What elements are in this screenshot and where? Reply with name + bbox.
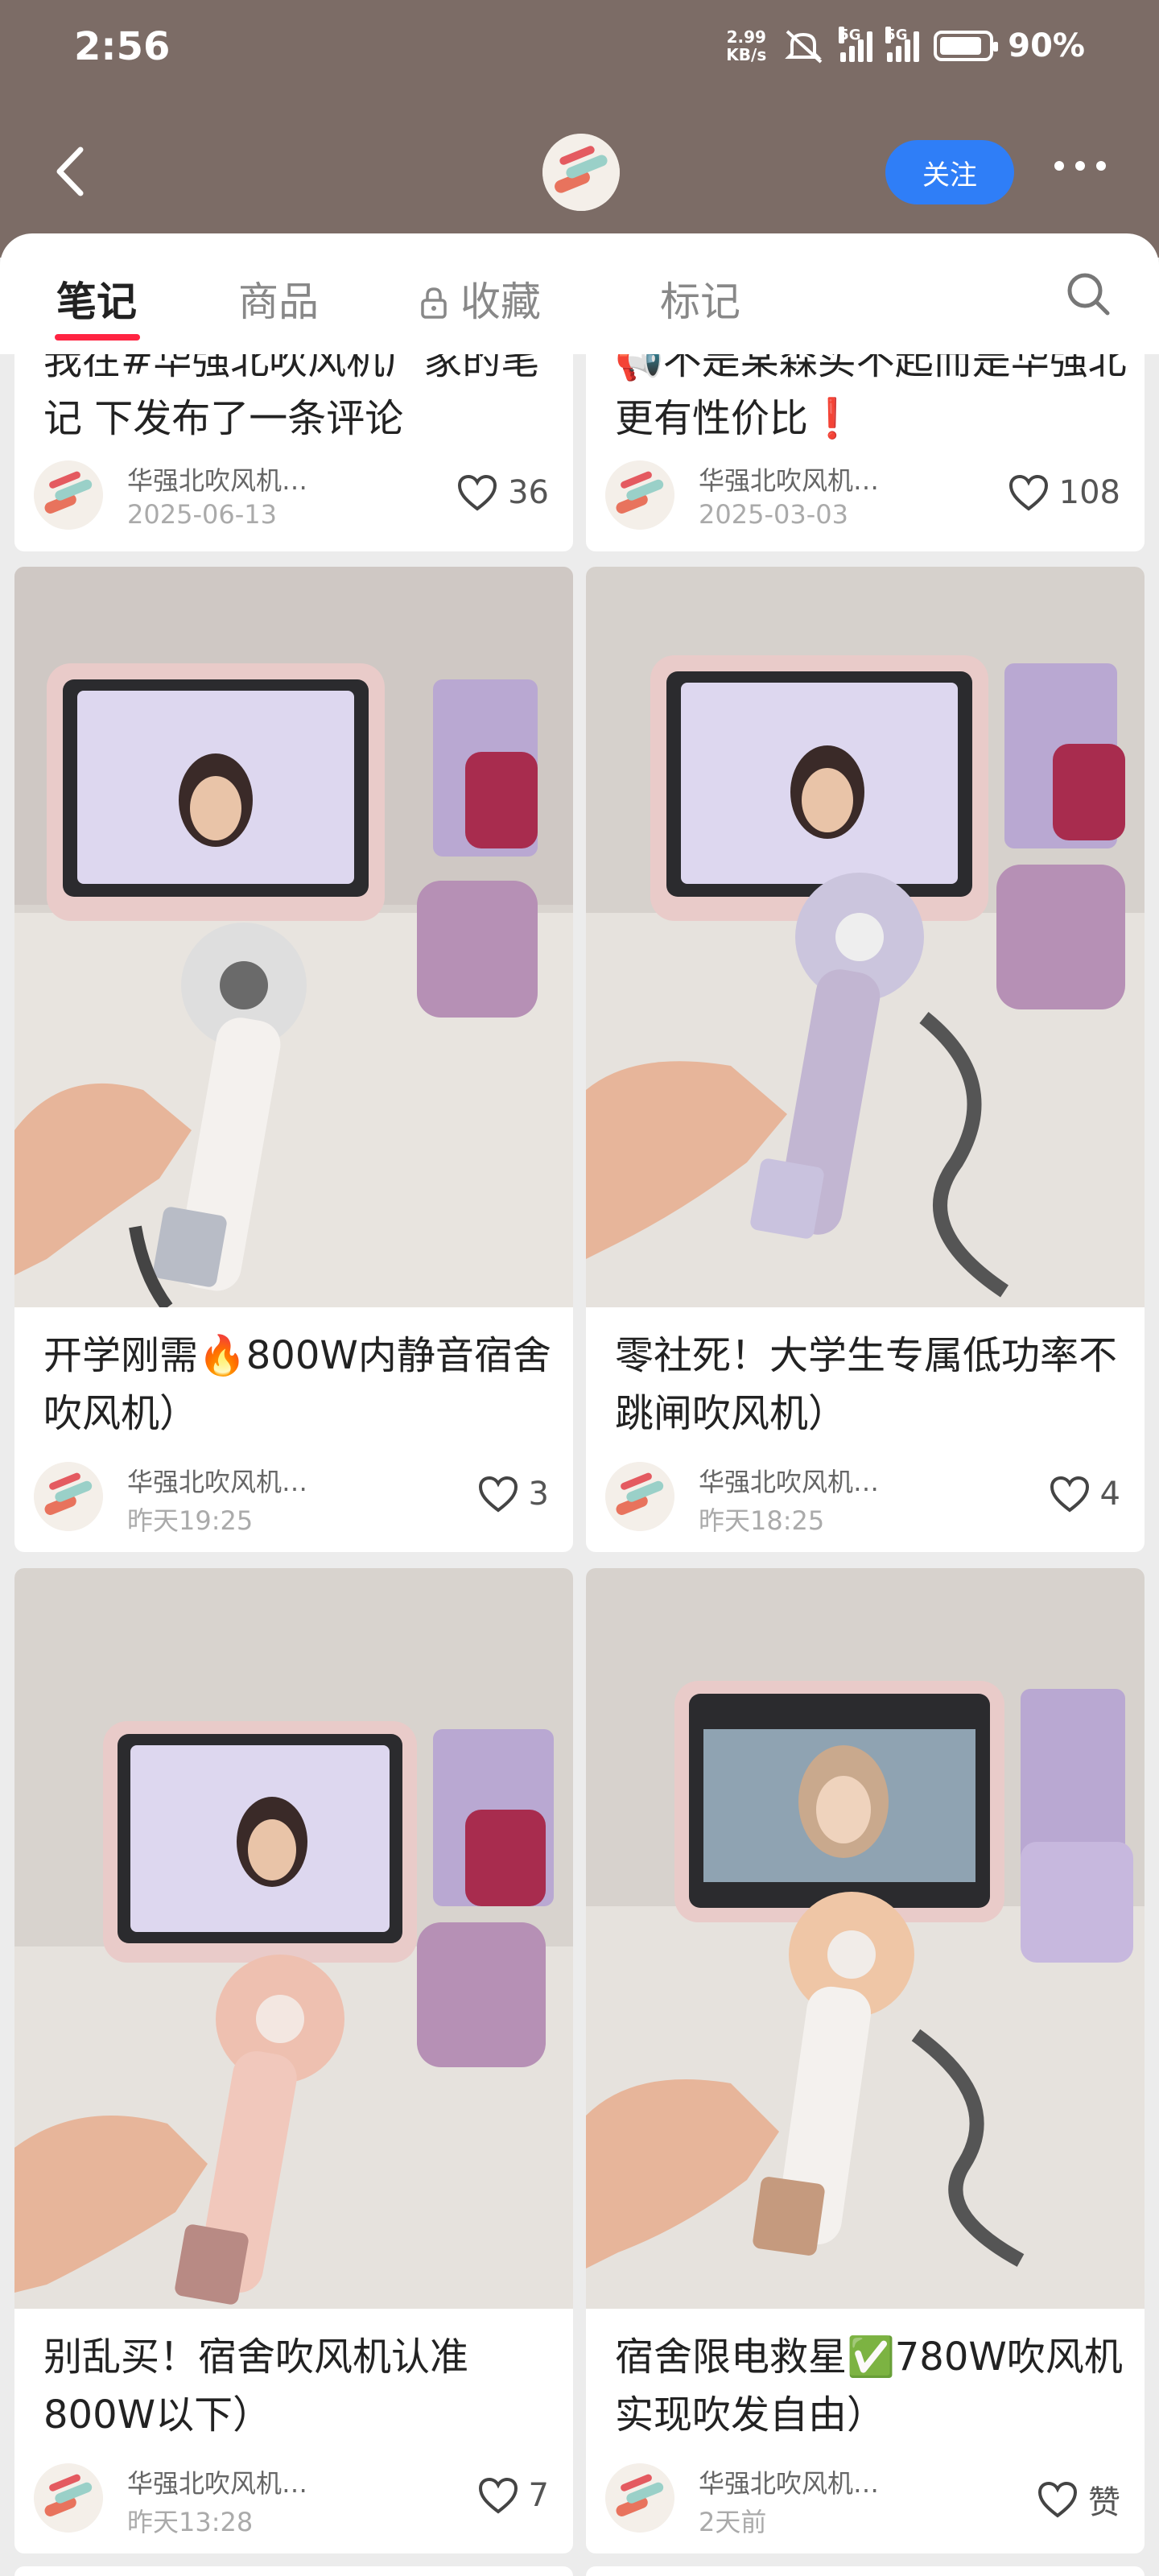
status-bar: 2:56 2.99 KB/s 5G 5G 90% [0, 0, 1159, 105]
like-button[interactable]: 3 [477, 1475, 549, 1513]
note-card[interactable]: 别乱买！宿舍吹风机认准800W以下） 华强北吹风机… 昨天13:28 7 [14, 1568, 573, 2553]
note-cover-image [586, 567, 1145, 1307]
tab-notes[interactable]: 笔记 [56, 270, 137, 328]
status-time: 2:56 [74, 24, 171, 69]
author-avatar [605, 1462, 674, 1531]
like-button[interactable]: 108 [1008, 473, 1120, 512]
note-meta: 华强北吹风机… 昨天19:25 3 [34, 1462, 557, 1536]
profile-tabs: 笔记 商品 收藏 标记 [0, 233, 1159, 354]
like-count: 4 [1099, 1476, 1120, 1513]
note-card[interactable] [14, 2566, 573, 2576]
heart-icon [1050, 1476, 1089, 1513]
post-date: 昨天13:28 [127, 2507, 254, 2537]
profile-header: 2:56 2.99 KB/s 5G 5G 90% 关注 [0, 0, 1159, 258]
tab-collections[interactable]: 收藏 [420, 270, 541, 328]
note-cover-image [586, 1568, 1145, 2309]
note-meta: 华强北吹风机… 2025-06-13 36 [34, 460, 557, 533]
like-button[interactable]: 7 [477, 2476, 549, 2515]
note-title: 零社死！大学生专属低功率不跳闸吹风机） [615, 1333, 1118, 1436]
note-cover-image [14, 567, 573, 1307]
author-avatar [605, 460, 674, 530]
note-meta: 华强北吹风机… 2天前 赞 [605, 2463, 1128, 2537]
post-date: 昨天18:25 [699, 1505, 825, 1536]
note-card[interactable]: 零社死！大学生专属低功率不跳闸吹风机） 华强北吹风机… 昨天18:25 4 [586, 567, 1145, 1552]
nav-row: 关注 [0, 129, 1159, 217]
post-date: 2天前 [699, 2507, 767, 2537]
author-avatar [34, 460, 103, 530]
active-tab-indicator [55, 334, 140, 341]
tab-products[interactable]: 商品 [238, 270, 319, 328]
post-date: 2025-06-13 [127, 499, 277, 530]
author-avatar [34, 1462, 103, 1531]
note-card[interactable]: 开学刚需🔥800W内静音宿舍吹风机） 华强北吹风机… 昨天19:25 3 [14, 567, 573, 1552]
author-name: 华强北吹风机… [127, 1467, 308, 1497]
post-date: 昨天19:25 [127, 1505, 254, 1536]
author-name: 华强北吹风机… [699, 2468, 880, 2499]
follow-button[interactable]: 关注 [885, 140, 1014, 204]
like-button[interactable]: 4 [1049, 1475, 1120, 1513]
author-name: 华强北吹风机… [127, 2468, 308, 2499]
like-count: 108 [1058, 474, 1120, 511]
heart-icon [1008, 474, 1048, 511]
author-avatar [34, 2463, 103, 2533]
like-count: 赞 [1088, 2484, 1120, 2521]
note-card[interactable]: 宿舍限电救星✅780W吹风机实现吹发自由） 华强北吹风机… 2天前 赞 [586, 1568, 1145, 2553]
like-count: 7 [528, 2477, 549, 2514]
status-icons: 2.99 KB/s 5G 5G 90% [726, 27, 1085, 64]
profile-avatar[interactable] [542, 134, 620, 211]
post-date: 2025-03-03 [699, 499, 848, 530]
tab-marks[interactable]: 标记 [660, 270, 740, 328]
heart-icon [478, 1476, 518, 1513]
back-arrow-icon[interactable] [48, 143, 97, 200]
like-button[interactable]: 36 [456, 473, 549, 512]
like-count: 3 [528, 1476, 549, 1513]
author-name: 华强北吹风机… [699, 1467, 880, 1497]
search-icon[interactable] [1064, 270, 1112, 318]
battery-percent: 90% [1008, 27, 1085, 64]
lock-icon [421, 287, 447, 319]
heart-icon [458, 474, 497, 511]
note-meta: 华强北吹风机… 昨天18:25 4 [605, 1462, 1128, 1536]
like-count: 36 [508, 474, 549, 511]
more-options-icon[interactable] [1054, 161, 1106, 171]
heart-icon [478, 2477, 518, 2514]
like-button[interactable]: 赞 [1037, 2476, 1120, 2523]
mute-bell-icon [785, 30, 823, 64]
signal-icon-2: 5G [885, 27, 920, 62]
author-avatar [605, 2463, 674, 2533]
battery-icon [934, 31, 999, 61]
note-cover-image [14, 1568, 573, 2309]
net-speed: 2.99 KB/s [726, 27, 767, 64]
note-meta: 华强北吹风机… 昨天13:28 7 [34, 2463, 557, 2537]
author-name: 华强北吹风机… [127, 465, 308, 496]
author-name: 华强北吹风机… [699, 465, 880, 496]
note-title: 宿舍限电救星✅780W吹风机实现吹发自由） [615, 2334, 1123, 2438]
heart-icon [1037, 2481, 1078, 2518]
note-card[interactable] [586, 2566, 1145, 2576]
signal-icon-1: 5G [839, 27, 873, 62]
note-meta: 华强北吹风机… 2025-03-03 108 [605, 460, 1128, 533]
note-title: 别乱买！宿舍吹风机认准800W以下） [43, 2334, 469, 2438]
note-title: 开学刚需🔥800W内静音宿舍吹风机） [43, 1333, 551, 1436]
